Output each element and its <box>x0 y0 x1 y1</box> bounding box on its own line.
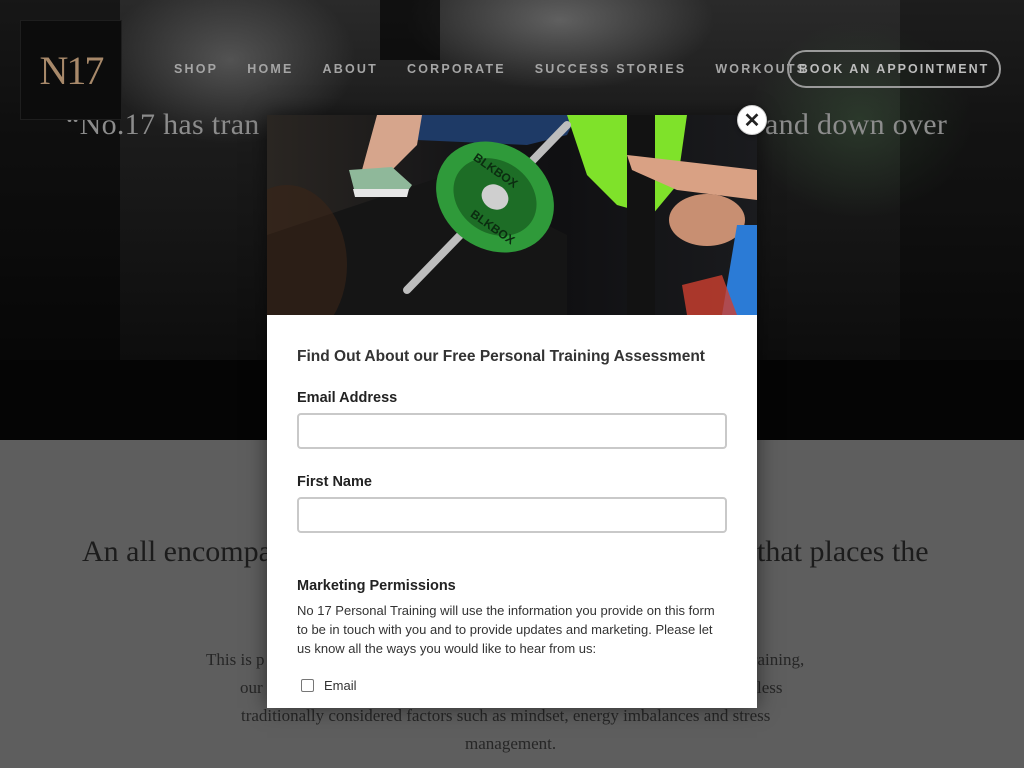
email-permission-label[interactable]: Email <box>324 678 357 693</box>
intro-text-line: management. <box>465 734 557 753</box>
first-name-label: First Name <box>297 474 372 490</box>
intro-text-line: our <box>240 678 263 697</box>
marketing-permissions-title: Marketing Permissions <box>297 578 456 594</box>
modal-bench-press-photo: BLKBOX BLKBOX <box>267 115 757 315</box>
modal-title: Find Out About our Free Personal Trainin… <box>297 348 705 365</box>
close-icon[interactable]: ✕ <box>737 105 767 135</box>
intro-heading-right: that places the <box>757 535 929 568</box>
main-nav: SHOP HOME ABOUT CORPORATE SUCCESS STORIE… <box>174 62 836 76</box>
intro-text-line: traditionally considered factors such as… <box>241 706 771 725</box>
email-label: Email Address <box>297 390 398 406</box>
site-logo[interactable]: N17 <box>20 20 122 120</box>
bench-press-illustration: BLKBOX BLKBOX <box>267 115 757 315</box>
nav-corporate[interactable]: CORPORATE <box>407 62 506 76</box>
nav-success-stories[interactable]: SUCCESS STORIES <box>535 62 687 76</box>
email-permission-checkbox[interactable] <box>301 679 314 692</box>
logo-text: N17 <box>39 47 105 93</box>
first-name-field[interactable] <box>297 497 727 533</box>
email-permission-option[interactable]: Email <box>301 678 357 693</box>
nav-about[interactable]: ABOUT <box>323 62 378 76</box>
book-appointment-button[interactable]: BOOK AN APPOINTMENT <box>787 50 1001 88</box>
marketing-permissions-text: No 17 Personal Training will use the inf… <box>297 603 715 656</box>
nav-shop[interactable]: SHOP <box>174 62 218 76</box>
nav-home[interactable]: HOME <box>247 62 293 76</box>
email-field[interactable] <box>297 413 727 449</box>
intro-heading-left: An all encompa <box>82 535 272 568</box>
signup-modal: BLKBOX BLKBOX Find Out About our Free Pe… <box>267 115 757 708</box>
intro-text-line: This is p <box>206 650 265 669</box>
hero-quote-right: and down over <box>765 108 948 141</box>
intro-text-line: less <box>757 678 783 697</box>
